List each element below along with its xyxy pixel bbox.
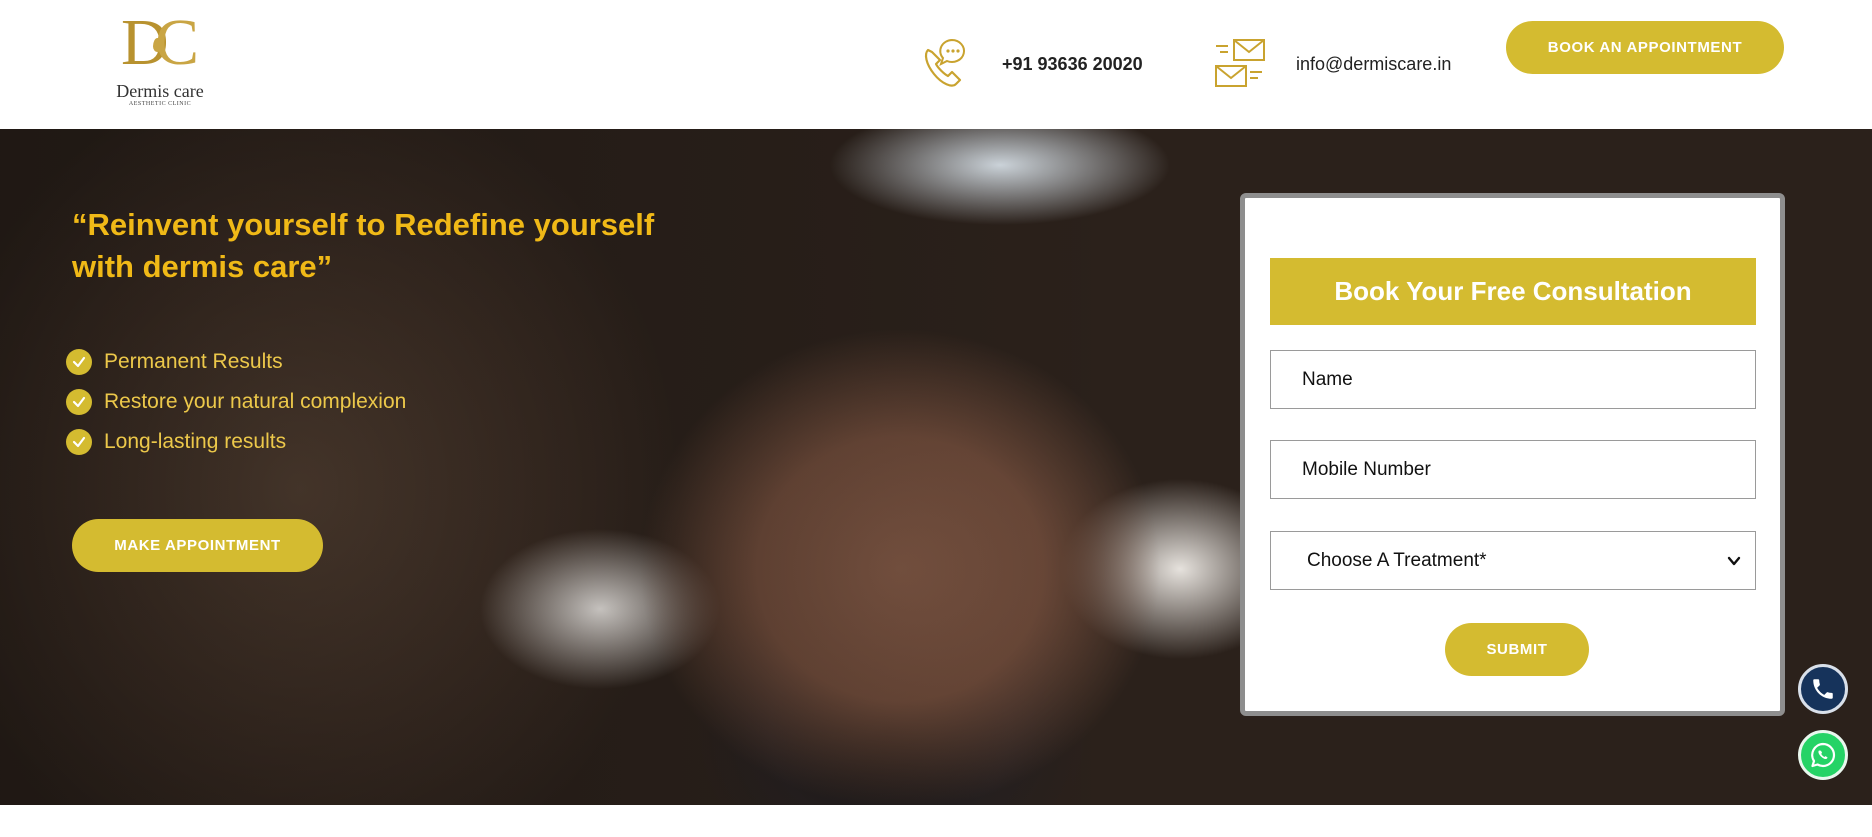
brand-name: Dermis care xyxy=(116,81,204,101)
feature-item: Permanent Results xyxy=(66,342,406,382)
floating-call-button[interactable] xyxy=(1798,664,1848,714)
header-phone[interactable]: +91 93636 20020 xyxy=(918,36,1143,92)
mail-icon xyxy=(1215,39,1265,87)
make-appointment-button[interactable]: MAKE APPOINTMENT xyxy=(72,519,323,572)
feature-label: Permanent Results xyxy=(104,350,283,373)
mobile-number-input[interactable] xyxy=(1270,440,1756,499)
check-circle-icon xyxy=(66,349,92,375)
floating-whatsapp-button[interactable] xyxy=(1798,730,1848,780)
brand-tagline: AESTHETIC CLINIC xyxy=(128,101,192,107)
form-title: Book Your Free Consultation xyxy=(1270,258,1756,325)
email-address: info@dermiscare.in xyxy=(1296,53,1452,74)
book-appointment-button[interactable]: BOOK AN APPOINTMENT xyxy=(1506,21,1784,74)
treatment-select-value: Choose A Treatment* xyxy=(1307,549,1487,571)
chevron-down-icon xyxy=(1727,556,1741,566)
logo-monogram: D C xyxy=(115,10,205,76)
check-circle-icon xyxy=(66,429,92,455)
feature-item: Restore your natural complexion xyxy=(66,382,406,422)
feature-list: Permanent Results Restore your natural c… xyxy=(66,342,406,462)
phone-number: +91 93636 20020 xyxy=(1002,53,1143,74)
phone-chat-icon xyxy=(924,38,965,87)
consultation-form: Book Your Free Consultation Choose A Tre… xyxy=(1240,193,1785,716)
treatment-select[interactable]: Choose A Treatment* xyxy=(1270,531,1756,590)
feature-label: Long-lasting results xyxy=(104,430,287,453)
hero-title: “Reinvent yourself to Redefine yourself … xyxy=(72,207,655,284)
name-input[interactable] xyxy=(1270,350,1756,409)
feature-item: Long-lasting results xyxy=(66,422,406,462)
hero-banner: “Reinvent yourself to Redefine yourself … xyxy=(0,129,1872,805)
whatsapp-icon xyxy=(1811,742,1836,768)
logo-drop-icon xyxy=(153,38,162,52)
feature-label: Restore your natural complexion xyxy=(104,390,407,413)
site-header: D C Dermis care AESTHETIC CLINIC +91 936… xyxy=(0,0,1872,129)
brand-logo[interactable]: D C Dermis care AESTHETIC CLINIC xyxy=(112,10,208,110)
submit-button[interactable]: SUBMIT xyxy=(1445,623,1589,676)
check-circle-icon xyxy=(66,389,92,415)
phone-icon xyxy=(1813,679,1833,699)
header-email[interactable]: info@dermiscare.in xyxy=(1212,36,1451,92)
